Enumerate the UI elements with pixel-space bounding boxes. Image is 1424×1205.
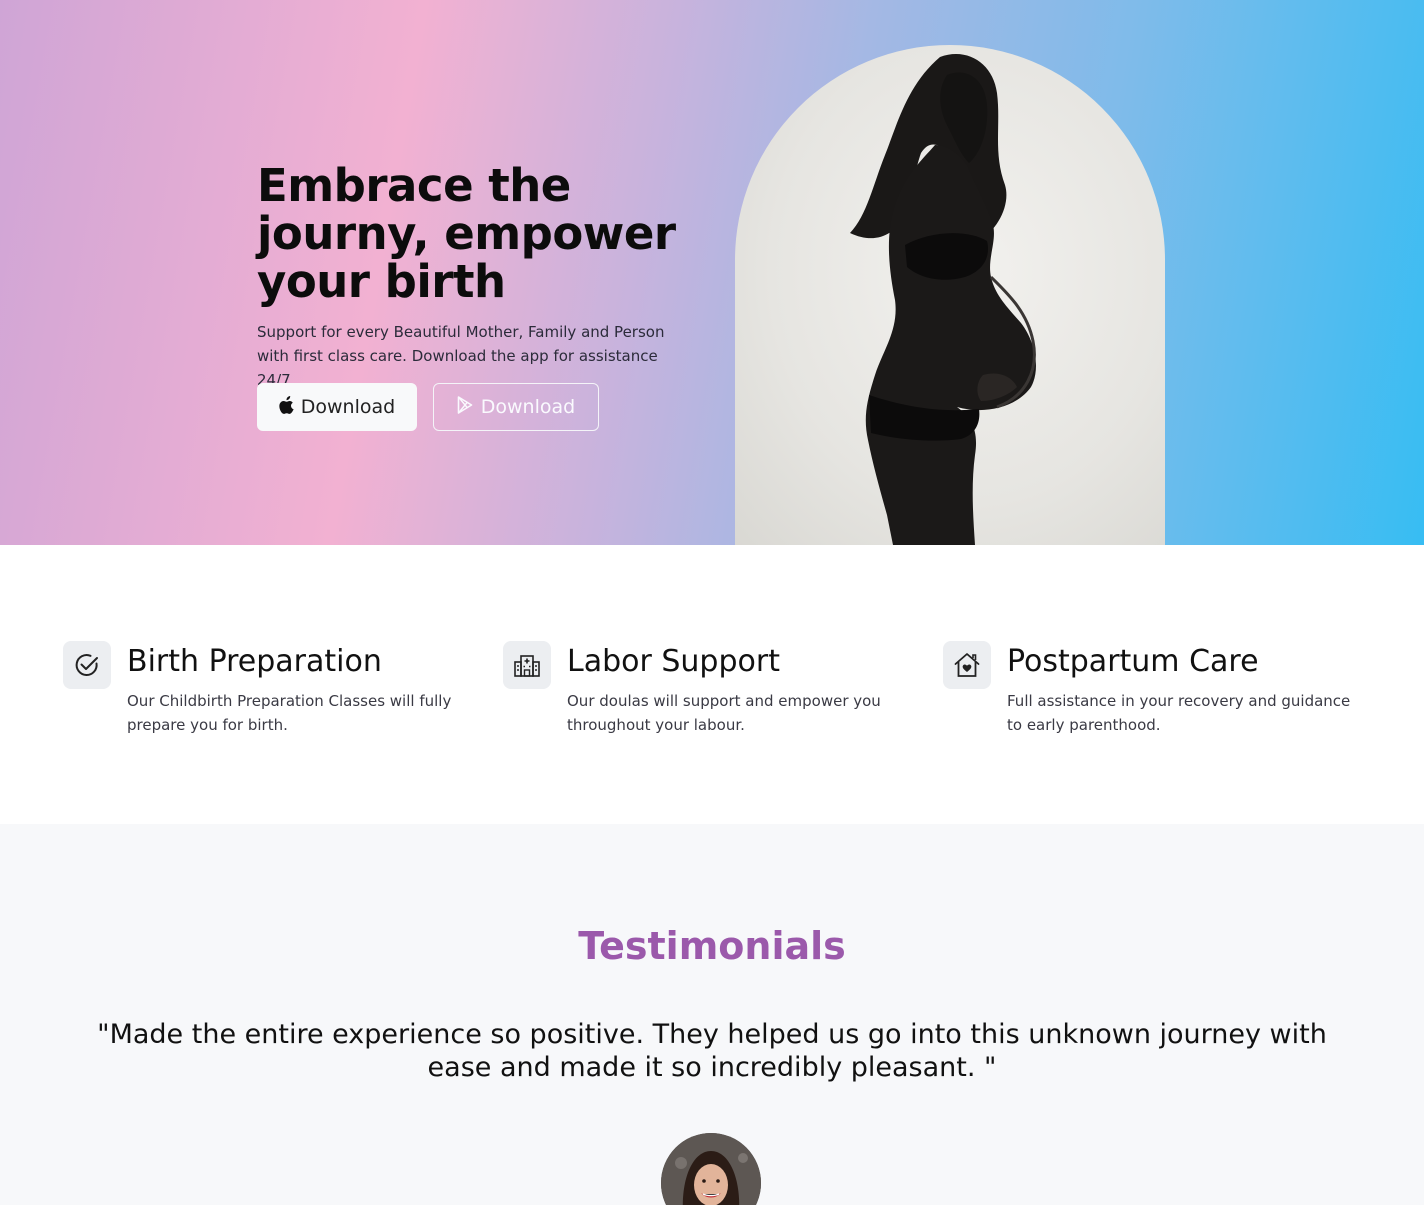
features-section: Birth Preparation Our Childbirth Prepara… [0,545,1424,824]
hero-section: Embrace the journy, empower your birth S… [0,0,1424,545]
feature-title: Labor Support [567,644,780,679]
hospital-icon [514,655,540,677]
testimonials-title: Testimonials [578,924,846,968]
apple-icon [279,395,295,419]
testimonials-section: Testimonials "Made the entire experience… [0,824,1424,1205]
google-play-download-button[interactable]: Download [433,383,599,431]
hero-title: Embrace the journy, empower your birth [257,159,676,308]
testimonial-avatar [661,1133,761,1205]
pregnant-woman-silhouette [850,54,1036,545]
house-heart-icon [954,653,980,677]
feature-icon-box [503,641,551,689]
testimonial-quote: "Made the entire experience so positive.… [97,1019,1327,1083]
feature-title: Postpartum Care [1007,644,1259,679]
hero-subtitle: Support for every Beautiful Mother, Fami… [257,323,665,389]
avatar-portrait [661,1133,761,1205]
hero-image-arch [735,45,1165,545]
feature-icon-box [63,641,111,689]
feature-title: Birth Preparation [127,644,382,679]
app-store-download-label: Download [300,396,396,418]
google-play-download-label: Download [480,396,576,418]
feature-text: Our Childbirth Preparation Classes will … [127,692,452,734]
google-play-icon [457,395,473,419]
check-circle-icon [75,654,98,676]
feature-text: Our doulas will support and empower you … [567,692,881,734]
feature-text: Full assistance in your recovery and gui… [1007,692,1351,734]
feature-icon-box [943,641,991,689]
app-store-download-button[interactable]: Download [257,383,417,431]
